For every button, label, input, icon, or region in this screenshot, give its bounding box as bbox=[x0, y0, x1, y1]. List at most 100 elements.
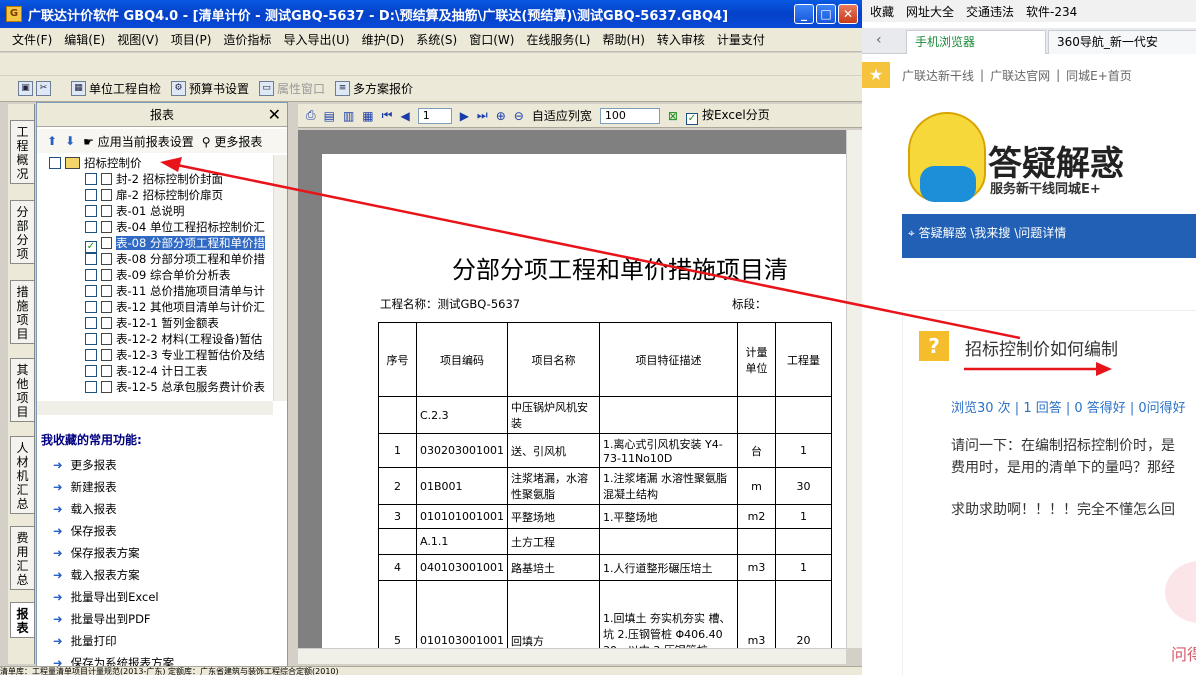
tab-360-nav[interactable]: 360导航_新一代安 bbox=[1048, 30, 1196, 54]
tree-item[interactable]: 表-12-4 计日工表 bbox=[85, 363, 207, 379]
menu-view[interactable]: 视图(V) bbox=[117, 31, 159, 48]
menu-payment[interactable]: 计量支付 bbox=[717, 31, 765, 48]
close-button[interactable]: ✕ bbox=[838, 4, 858, 24]
checkbox-icon[interactable] bbox=[85, 269, 97, 281]
save-icon[interactable]: ▣ bbox=[18, 81, 33, 96]
question-stats[interactable]: 浏览30 次 | 1 回答 | 0 答得好 | 0问得好 bbox=[951, 397, 1186, 416]
zoom-select[interactable]: 100 bbox=[599, 107, 660, 124]
favorite-item[interactable]: ➜ 更多报表 bbox=[53, 457, 117, 473]
tree-item[interactable]: 表-09 综合单价分析表 bbox=[85, 267, 230, 283]
checkbox-icon[interactable] bbox=[85, 301, 97, 313]
maximize-button[interactable]: □ bbox=[816, 4, 836, 24]
unit-check-button[interactable]: ▦ 单位工程自检 bbox=[71, 80, 161, 97]
tree-item[interactable]: 扉-2 招标控制价扉页 bbox=[85, 187, 223, 203]
bookmark-sites[interactable]: 网址大全 bbox=[906, 3, 954, 20]
cut-icon[interactable]: ✂ bbox=[36, 81, 51, 96]
tree-item[interactable]: ✓ 表-08 分部分项工程和单价措 bbox=[85, 235, 265, 253]
tab-project-overview[interactable]: 工程概况 bbox=[10, 120, 34, 184]
checkbox-icon[interactable] bbox=[85, 317, 97, 329]
menu-import-export[interactable]: 导入导出(U) bbox=[283, 31, 349, 48]
favorite-item[interactable]: ➜ 载入报表 bbox=[53, 501, 117, 517]
tree-item[interactable]: 表-01 总说明 bbox=[85, 203, 184, 219]
tree-item[interactable]: 招标控制价 bbox=[49, 155, 142, 171]
menu-cost-index[interactable]: 造价指标 bbox=[223, 31, 271, 48]
checkbox-icon[interactable] bbox=[85, 333, 97, 345]
checkbox-icon[interactable] bbox=[85, 381, 97, 393]
two-page-icon[interactable]: ▥ bbox=[343, 109, 354, 123]
checkbox-icon[interactable] bbox=[85, 205, 97, 217]
star-icon[interactable]: ★ bbox=[862, 62, 890, 88]
page-view-icon[interactable]: ▤ bbox=[324, 109, 335, 123]
link-glodon-newline[interactable]: 广联达新干线 bbox=[902, 67, 974, 84]
checkbox-icon[interactable] bbox=[85, 221, 97, 233]
breadcrumb-text[interactable]: 答疑解惑 \我来搜 \问题详情 bbox=[919, 226, 1067, 240]
zoom-in-icon[interactable]: ⊕ bbox=[496, 109, 506, 123]
favorite-item[interactable]: ➜ 批量导出到Excel bbox=[53, 589, 159, 605]
menu-online[interactable]: 在线服务(L) bbox=[526, 31, 590, 48]
budget-settings-button[interactable]: ⚙ 预算书设置 bbox=[171, 80, 249, 97]
bookmark-software[interactable]: 软件-234 bbox=[1026, 3, 1077, 20]
excel-icon[interactable]: ⊠ bbox=[668, 109, 678, 123]
fit-column-label[interactable]: 自适应列宽 bbox=[532, 107, 592, 124]
tree-item[interactable]: 封-2 招标控制价封面 bbox=[85, 171, 223, 187]
tree-item[interactable]: 表-08 分部分项工程和单价措 bbox=[85, 251, 265, 267]
back-icon[interactable]: ‹ bbox=[876, 32, 882, 48]
tree-vertical-scrollbar[interactable] bbox=[273, 155, 287, 401]
favorite-item[interactable]: ➜ 载入报表方案 bbox=[53, 567, 140, 583]
tab-other-items[interactable]: 其他项目 bbox=[10, 358, 34, 422]
attr-window-button[interactable]: ▭ 属性窗口 bbox=[259, 80, 325, 97]
multi-quote-button[interactable]: ≡ 多方案报价 bbox=[335, 80, 413, 97]
tree-item[interactable]: 表-12 其他项目清单与计价汇 bbox=[85, 299, 265, 315]
checkbox-icon[interactable] bbox=[49, 157, 61, 169]
menu-maintain[interactable]: 维护(D) bbox=[362, 31, 405, 48]
tab-measures[interactable]: 措施项目 bbox=[10, 280, 34, 344]
favorite-item[interactable]: ➜ 批量打印 bbox=[53, 633, 117, 649]
next-page-icon[interactable]: ▶ bbox=[460, 109, 469, 123]
arrow-down-icon[interactable]: ⬇ bbox=[65, 134, 75, 148]
favorite-item[interactable]: ➜ 保存报表方案 bbox=[53, 545, 140, 561]
preview-vertical-scrollbar[interactable] bbox=[846, 130, 862, 648]
page-number-input[interactable]: 1 bbox=[417, 107, 452, 124]
preview-horizontal-scrollbar[interactable] bbox=[298, 648, 846, 664]
bookmark-traffic[interactable]: 交通违法 bbox=[966, 3, 1014, 20]
menu-transfer-audit[interactable]: 转入审核 bbox=[657, 31, 705, 48]
checkbox-icon[interactable] bbox=[85, 253, 97, 265]
tab-fee-summary[interactable]: 费用汇总 bbox=[10, 526, 34, 590]
menu-project[interactable]: 项目(P) bbox=[171, 31, 212, 48]
tree-item[interactable]: 表-12-1 暂列金额表 bbox=[85, 315, 219, 331]
tree-item[interactable]: 表-12-3 专业工程暂估价及结 bbox=[85, 347, 265, 363]
apply-settings-button[interactable]: ☛ 应用当前报表设置 bbox=[83, 133, 194, 150]
tree-item[interactable]: 表-04 单位工程招标控制价汇 bbox=[85, 219, 265, 235]
tree-horizontal-scrollbar[interactable] bbox=[37, 401, 273, 415]
checkbox-icon[interactable] bbox=[85, 285, 97, 297]
tab-sub-items[interactable]: 分部分项 bbox=[10, 200, 34, 264]
more-reports-button[interactable]: ⚲ 更多报表 bbox=[202, 133, 263, 150]
tab-mobile-browser[interactable]: 手机浏览器 bbox=[906, 30, 1046, 54]
printer-icon[interactable]: ⎙ bbox=[306, 108, 316, 123]
first-page-icon[interactable]: ⏮ bbox=[382, 108, 393, 123]
tab-reports[interactable]: 报表 bbox=[10, 602, 34, 638]
tree-item[interactable]: 表-11 总价措施项目清单与计 bbox=[85, 283, 265, 299]
checkbox-icon[interactable] bbox=[85, 365, 97, 377]
menu-help[interactable]: 帮助(H) bbox=[602, 31, 644, 48]
tree-item[interactable]: 表-12-2 材料(工程设备)暂估 bbox=[85, 331, 262, 347]
menu-edit[interactable]: 编辑(E) bbox=[64, 31, 105, 48]
arrow-up-icon[interactable]: ⬆ bbox=[47, 134, 57, 148]
last-page-icon[interactable]: ⏭ bbox=[477, 108, 488, 123]
link-glodon-official[interactable]: 广联达官网 bbox=[990, 67, 1050, 84]
favorite-item[interactable]: ➜ 新建报表 bbox=[53, 479, 117, 495]
menu-system[interactable]: 系统(S) bbox=[416, 31, 457, 48]
favorite-item[interactable]: ➜ 批量导出到PDF bbox=[53, 611, 151, 627]
favorite-item[interactable]: ➜ 保存报表 bbox=[53, 523, 117, 539]
tree-item[interactable]: 表-12-5 总承包服务费计价表 bbox=[85, 379, 265, 395]
bookmark-favorites[interactable]: 收藏 bbox=[870, 3, 894, 20]
menu-window[interactable]: 窗口(W) bbox=[469, 31, 514, 48]
menu-file[interactable]: 文件(F) bbox=[12, 31, 52, 48]
link-city-e-home[interactable]: 同城E+首页 bbox=[1066, 67, 1132, 84]
excel-page-checkbox[interactable]: ✓ 按Excel分页 bbox=[685, 106, 770, 125]
tab-labor-material[interactable]: 人材机汇总 bbox=[10, 436, 34, 514]
ask-button[interactable]: 问得 bbox=[1171, 641, 1196, 665]
checkbox-icon[interactable] bbox=[85, 349, 97, 361]
checkbox-icon[interactable] bbox=[85, 173, 97, 185]
minimize-button[interactable]: _ bbox=[794, 4, 814, 24]
